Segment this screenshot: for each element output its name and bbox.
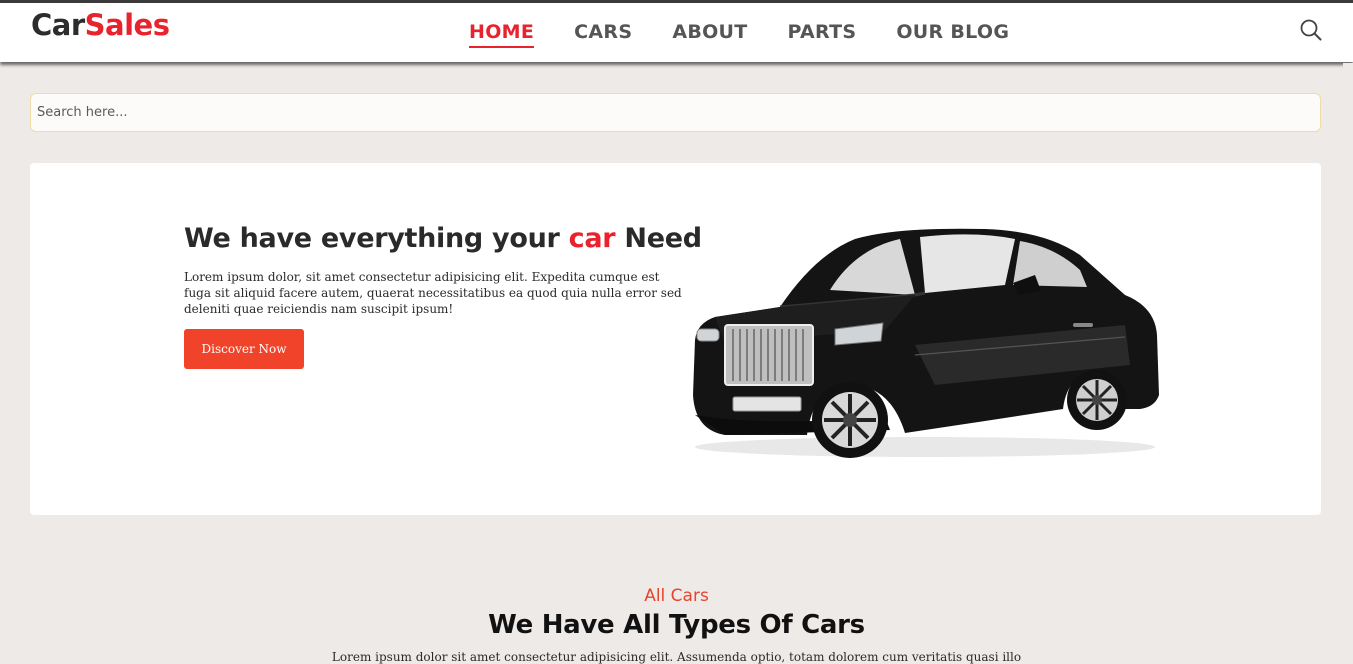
search-bar bbox=[30, 93, 1321, 132]
logo[interactable]: CarSales bbox=[31, 7, 170, 43]
hero-text: Lorem ipsum dolor, sit amet consectetur … bbox=[184, 270, 682, 316]
main-nav: HOME CARS ABOUT PARTS OUR BLOG bbox=[469, 20, 1049, 48]
hero-title-start: We have everything your bbox=[184, 223, 569, 254]
hero-card: We have everything your car Need Lorem i… bbox=[30, 163, 1321, 515]
section-title: We Have All Types Of Cars bbox=[488, 610, 865, 640]
section-subtitle: All Cars bbox=[644, 586, 709, 606]
navbar: CarSales HOME CARS ABOUT PARTS OUR BLOG bbox=[0, 3, 1353, 62]
section-text: Lorem ipsum dolor sit amet consectetur a… bbox=[331, 650, 1022, 664]
hero-title-accent: car bbox=[568, 223, 616, 254]
nav-our-blog[interactable]: OUR BLOG bbox=[896, 20, 1009, 48]
search-input[interactable] bbox=[31, 94, 1320, 131]
logo-part1: Car bbox=[31, 8, 85, 42]
page-edge bbox=[1343, 63, 1353, 658]
nav-about[interactable]: ABOUT bbox=[672, 20, 747, 48]
hero-title: We have everything your car Need bbox=[184, 223, 702, 254]
logo-part2: Sales bbox=[84, 8, 170, 42]
nav-parts[interactable]: PARTS bbox=[788, 20, 857, 48]
nav-home[interactable]: HOME bbox=[469, 20, 535, 48]
car-image bbox=[693, 228, 1159, 458]
search-icon[interactable] bbox=[1298, 17, 1324, 43]
discover-now-button[interactable]: Discover Now bbox=[184, 329, 304, 369]
nav-cars[interactable]: CARS bbox=[574, 20, 632, 48]
